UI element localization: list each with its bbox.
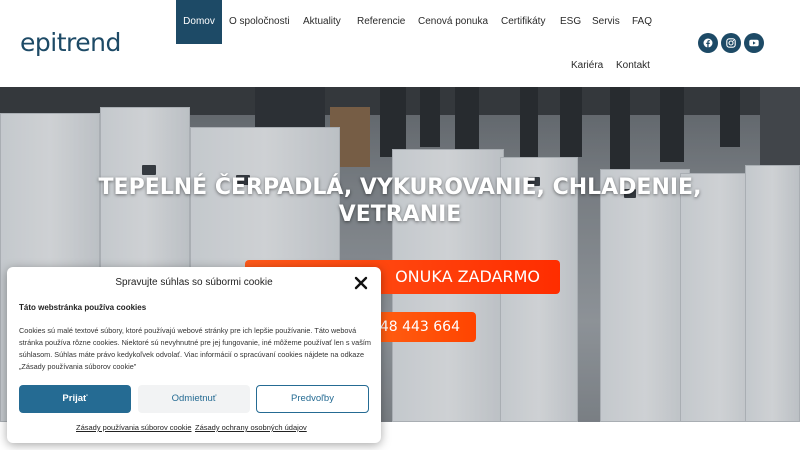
cookie-dialog-title: Spravujte súhlas so súbormi cookie xyxy=(115,277,273,288)
cookie-policy-link[interactable]: Zásady používania súborov cookie xyxy=(76,423,192,432)
hero-title: TEPELNÉ ČERPADLÁ, VYKUROVANIE, CHLADENIE… xyxy=(98,175,702,227)
page: epitrend Domov O spoločnosti Aktuality R… xyxy=(0,0,800,450)
site-header: epitrend Domov O spoločnosti Aktuality R… xyxy=(0,0,800,87)
nav-item-esg[interactable]: ESG xyxy=(560,16,581,27)
cookie-dialog-text: Cookies sú malé textové súbory, ktoré po… xyxy=(19,326,371,371)
youtube-icon[interactable] xyxy=(744,33,764,53)
nav-item-kontakt[interactable]: Kontakt xyxy=(616,60,650,71)
close-icon[interactable] xyxy=(354,276,368,290)
nav-item-domov[interactable]: Domov xyxy=(176,0,222,44)
site-logo[interactable]: epitrend xyxy=(20,28,121,57)
instagram-icon[interactable] xyxy=(721,33,741,53)
nav-item-kariera[interactable]: Kariéra xyxy=(571,60,603,71)
cookie-consent-dialog: Spravujte súhlas so súbormi cookie Táto … xyxy=(7,267,381,443)
accept-button[interactable]: Prijať xyxy=(19,385,131,413)
deny-button[interactable]: Odmietnuť xyxy=(138,385,250,413)
nav-item-referencie[interactable]: Referencie xyxy=(357,16,405,27)
nav-item-cenova-ponuka[interactable]: Cenová ponuka xyxy=(418,16,488,27)
nav-item-certifikaty[interactable]: Certifikáty xyxy=(501,16,545,27)
nav-item-aktuality[interactable]: Aktuality xyxy=(303,16,341,27)
nav-item-faq[interactable]: FAQ xyxy=(632,16,652,27)
cookie-dialog-subtitle: Táto webstránka používa cookies xyxy=(19,303,147,312)
nav-label: Domov xyxy=(183,16,215,27)
privacy-policy-link[interactable]: Zásady ochrany osobných údajov xyxy=(195,423,307,432)
facebook-icon[interactable] xyxy=(698,33,718,53)
nav-item-servis[interactable]: Servis xyxy=(592,16,620,27)
nav-item-o-spolocnosti[interactable]: O spoločnosti xyxy=(229,16,290,27)
preferences-button[interactable]: Predvoľby xyxy=(256,385,369,413)
